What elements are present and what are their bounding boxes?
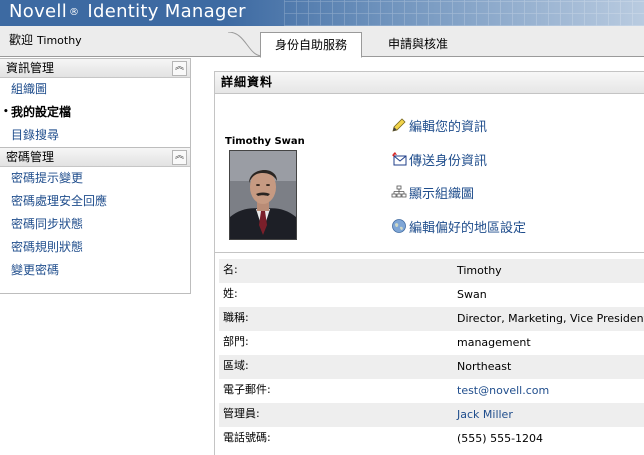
edit-info-label: 編輯您的資訊 [409, 120, 488, 135]
nav-item-org-chart[interactable]: 組織圖 [0, 78, 190, 101]
app-title: Novell ® Identity Manager [9, 1, 246, 22]
edit-info-link[interactable]: 編輯您的資訊 [391, 116, 487, 135]
show-org-chart-link[interactable]: 顯示組織圖 [391, 183, 474, 202]
tab-identity-self-service[interactable]: 身份自助服務 [260, 32, 363, 58]
field-row-title: 職稱: Director, Marketing, Vice President [219, 307, 644, 331]
person-name: Timothy Swan [225, 136, 305, 147]
field-row-first-name: 名: Timothy [219, 259, 644, 283]
registered-mark: ® [69, 7, 80, 18]
section-header-password-management: 密碼管理 ︽ [0, 147, 190, 167]
nav-item-my-profile[interactable]: 我的設定檔 [0, 101, 190, 124]
welcome-text: 歡迎 Timothy [9, 31, 82, 48]
field-label: 區域: [223, 359, 249, 372]
field-value: Timothy [457, 264, 502, 277]
field-row-phone: 電話號碼: (555) 555-1204 [219, 427, 644, 451]
field-row-manager: 管理員: Jack Miller [219, 403, 644, 427]
detail-panel-title: 詳細資料 [215, 72, 644, 94]
field-value: (555) 555-1204 [457, 432, 544, 445]
email-link[interactable]: test@novell.com [457, 380, 549, 402]
section-divider [215, 252, 644, 253]
send-identity-link[interactable]: 傳送身份資訊 [391, 150, 487, 169]
field-value: Swan [457, 288, 487, 301]
org-chart-icon [391, 185, 407, 198]
edit-locale-link[interactable]: 編輯偏好的地區設定 [391, 217, 526, 236]
profile-photo [229, 150, 297, 240]
section-title: 密碼管理 [6, 150, 55, 164]
field-row-department: 部門: management [219, 331, 644, 355]
nav-item-password-policy-status[interactable]: 密碼規則狀態 [0, 236, 190, 259]
detail-fields: 名: Timothy 姓: Swan 職稱: Director, Marketi… [219, 259, 644, 451]
nav-item-challenge-response[interactable]: 密碼處理安全回應 [0, 190, 190, 213]
edit-locale-label: 編輯偏好的地區設定 [409, 221, 527, 236]
welcome-label: 歡迎 [9, 33, 34, 47]
collapse-up-icon[interactable]: ︽ [172, 61, 187, 76]
nav-item-directory-search[interactable]: 目錄搜尋 [0, 124, 190, 147]
nav-item-password-hint-change[interactable]: 密碼提示變更 [0, 167, 190, 190]
envelope-icon [392, 152, 407, 166]
product-name: Identity Manager [87, 1, 246, 22]
nav-item-password-sync-status[interactable]: 密碼同步狀態 [0, 213, 190, 236]
brand-name: Novell [9, 1, 68, 22]
app-header: Novell ® Identity Manager [0, 0, 644, 26]
field-row-last-name: 姓: Swan [219, 283, 644, 307]
detail-panel: 詳細資料 Timothy Swan 編輯您的資訊 傳送身份資訊 顯示組織圖 編輯… [214, 71, 644, 455]
field-label: 職稱: [223, 311, 249, 324]
header-pattern [284, 0, 644, 26]
field-value: Director, Marketing, Vice President [457, 312, 644, 325]
section-header-info-management: 資訊管理 ︽ [0, 59, 190, 78]
section-title: 資訊管理 [6, 61, 55, 75]
field-row-email: 電子郵件: test@novell.com [219, 379, 644, 403]
manager-link[interactable]: Jack Miller [457, 404, 513, 426]
welcome-user: Timothy [37, 34, 82, 47]
field-label: 部門: [223, 335, 249, 348]
field-label: 名: [223, 263, 238, 276]
pencil-icon [392, 118, 406, 132]
top-bar: 歡迎 Timothy 身份自助服務 申請與核准 [0, 26, 644, 58]
field-label: 姓: [223, 287, 238, 300]
field-label: 管理員: [223, 407, 260, 420]
tab-requests-approvals[interactable]: 申請與核准 [374, 32, 462, 56]
collapse-up-icon[interactable]: ︽ [172, 150, 187, 165]
field-row-region: 區域: Northeast [219, 355, 644, 379]
send-identity-label: 傳送身份資訊 [409, 154, 488, 169]
field-label: 電子郵件: [223, 383, 271, 396]
show-org-chart-label: 顯示組織圖 [409, 187, 475, 202]
field-value: management [457, 336, 531, 349]
globe-icon [392, 219, 406, 233]
field-value: Northeast [457, 360, 512, 373]
tab-curve-decoration [228, 32, 262, 56]
field-label: 電話號碼: [223, 431, 271, 444]
nav-item-change-password[interactable]: 變更密碼 [0, 259, 190, 282]
left-nav: 資訊管理 ︽ 組織圖 我的設定檔 目錄搜尋 密碼管理 ︽ 密碼提示變更 密碼處理… [0, 58, 191, 294]
